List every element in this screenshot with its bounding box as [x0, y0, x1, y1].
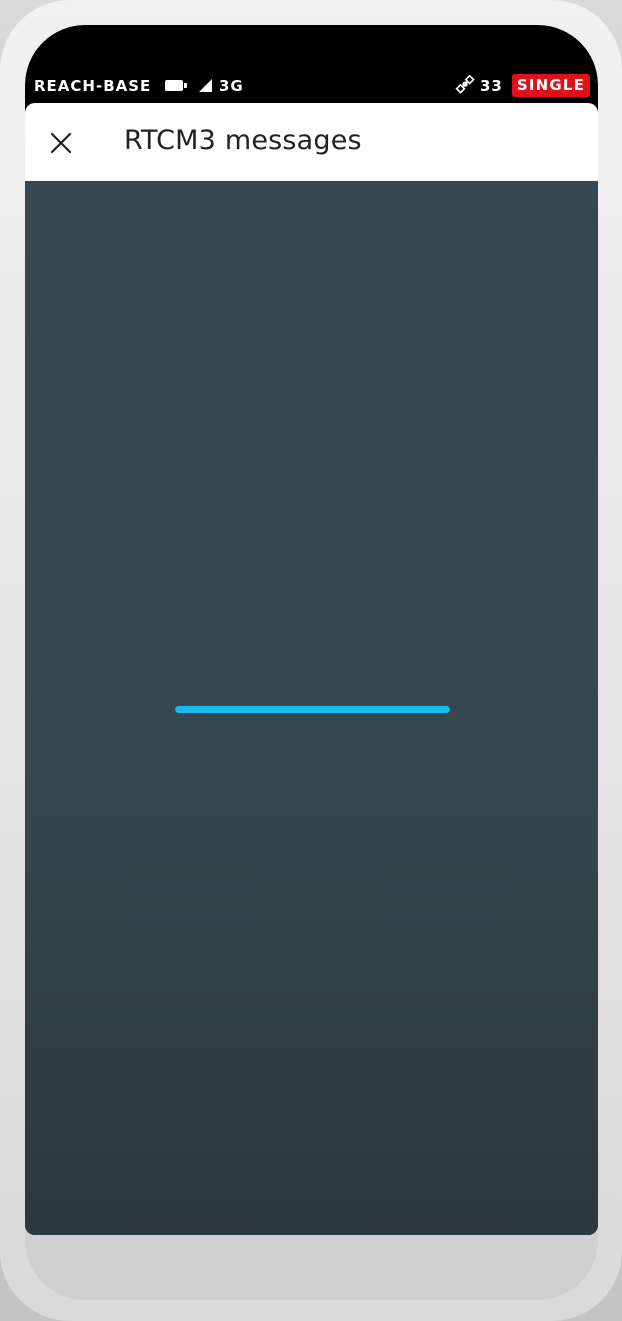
close-icon	[50, 132, 72, 154]
solution-status-badge: SINGLE	[512, 74, 590, 97]
satellite-icon	[455, 75, 475, 94]
app-bar: RTCM3 messages	[25, 103, 598, 181]
close-button[interactable]	[41, 123, 81, 163]
battery-icon	[165, 80, 187, 91]
satellite-count: 33	[480, 77, 503, 95]
phone-bezel: REACH-BASE 3G 33 SINGLE RTCM3 messages	[25, 25, 598, 1300]
screen: REACH-BASE 3G 33 SINGLE RTCM3 messages	[25, 25, 598, 1235]
content-area	[25, 181, 598, 1235]
loading-progress-fill	[175, 706, 450, 713]
network-type: 3G	[219, 77, 244, 95]
device-name: REACH-BASE	[34, 77, 152, 95]
loading-progress-bar	[175, 706, 450, 713]
phone-frame: REACH-BASE 3G 33 SINGLE RTCM3 messages	[0, 0, 622, 1321]
cell-signal-icon	[199, 79, 212, 92]
status-bar: REACH-BASE 3G 33 SINGLE	[25, 71, 598, 101]
page-title: RTCM3 messages	[124, 125, 362, 156]
